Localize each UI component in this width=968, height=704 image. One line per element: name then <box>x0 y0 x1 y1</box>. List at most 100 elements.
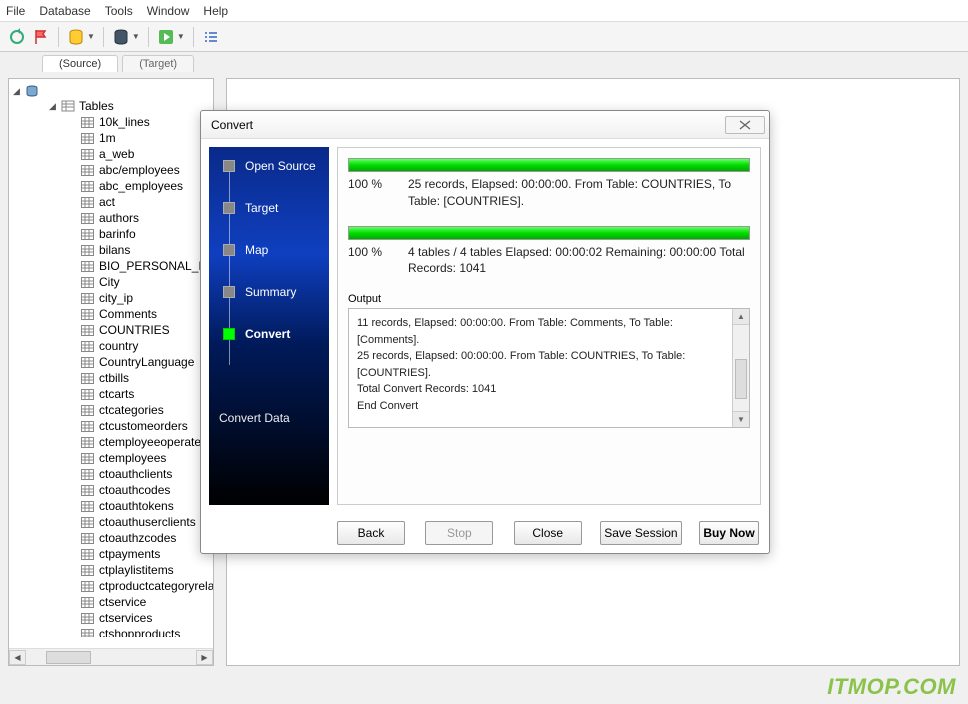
tree-table-item[interactable]: ctcategories <box>9 402 213 418</box>
refresh-icon[interactable] <box>8 28 26 46</box>
table-name: ctbills <box>99 371 129 385</box>
tree-table-item[interactable]: abc_employees <box>9 178 213 194</box>
tree-table-item[interactable]: act <box>9 194 213 210</box>
tree-table-item[interactable]: ctoauthzcodes <box>9 530 213 546</box>
tree-table-item[interactable]: country <box>9 338 213 354</box>
tree-table-item[interactable]: authors <box>9 210 213 226</box>
table-icon <box>81 197 94 208</box>
dialog-titlebar: Convert <box>201 111 769 139</box>
tree-table-item[interactable]: ctbills <box>9 370 213 386</box>
tree-table-item[interactable]: City <box>9 274 213 290</box>
scroll-up-icon[interactable]: ▲ <box>733 309 749 325</box>
table-name: act <box>99 195 115 209</box>
collapse-icon[interactable]: ◢ <box>13 86 22 97</box>
table-icon <box>81 277 94 288</box>
horizontal-scrollbar[interactable]: ◀ ▶ <box>9 648 213 665</box>
tree: ◢ ◢ Tables 10k_lines1ma_webabc/employees… <box>9 79 213 637</box>
output-text: 11 records, Elapsed: 00:00:00. From Tabl… <box>349 309 732 427</box>
scroll-thumb[interactable] <box>46 651 91 664</box>
tree-table-item[interactable]: ctemployees <box>9 450 213 466</box>
tree-table-item[interactable]: ctservice <box>9 594 213 610</box>
close-icon <box>739 120 751 130</box>
wizard-step-open-source[interactable]: Open Source <box>209 157 329 187</box>
dropdown-icon[interactable]: ▼ <box>87 32 95 41</box>
table-icon <box>81 389 94 400</box>
table-icon <box>81 597 94 608</box>
tree-table-item[interactable]: bilans <box>9 242 213 258</box>
tree-table-item[interactable]: ctoauthclients <box>9 466 213 482</box>
tree-root[interactable]: ◢ <box>9 85 213 97</box>
table-name: ctoauthuserclients <box>99 515 196 529</box>
play-icon[interactable] <box>157 28 175 46</box>
tree-table-item[interactable]: city_ip <box>9 290 213 306</box>
tree-table-item[interactable]: ctoauthuserclients <box>9 514 213 530</box>
menu-file[interactable]: File <box>6 4 25 18</box>
tab-target[interactable]: (Target) <box>122 55 194 72</box>
table-icon <box>81 213 94 224</box>
tree-table-item[interactable]: barinfo <box>9 226 213 242</box>
menu-database[interactable]: Database <box>39 4 90 18</box>
table-icon <box>81 421 94 432</box>
wizard-step-map[interactable]: Map <box>209 229 329 271</box>
scroll-thumb[interactable] <box>735 359 747 399</box>
tree-tables-node[interactable]: ◢ Tables <box>9 99 213 113</box>
tree-table-item[interactable]: ctservices <box>9 610 213 626</box>
table-name: COUNTRIES <box>99 323 170 337</box>
wizard-step-target[interactable]: Target <box>209 187 329 229</box>
progress-bar-2 <box>348 226 750 240</box>
db-dark-icon[interactable] <box>112 28 130 46</box>
wizard-step-summary[interactable]: Summary <box>209 271 329 313</box>
menu-help[interactable]: Help <box>203 4 228 18</box>
watermark: ITMOP.COM <box>827 674 956 700</box>
table-icon <box>81 373 94 384</box>
table-icon <box>81 533 94 544</box>
output-scrollbar[interactable]: ▲ ▼ <box>732 309 749 427</box>
tree-table-item[interactable]: abc/employees <box>9 162 213 178</box>
scroll-left-icon[interactable]: ◀ <box>9 650 26 665</box>
tree-table-item[interactable]: ctcarts <box>9 386 213 402</box>
list-icon[interactable] <box>202 28 220 46</box>
back-button[interactable]: Back <box>337 521 405 545</box>
tree-table-item[interactable]: ctproductcategoryrelation <box>9 578 213 594</box>
tree-table-item[interactable]: Comments <box>9 306 213 322</box>
wizard-sidebar: Open Source Target Map Summary Convert C… <box>209 147 329 505</box>
table-name: country <box>99 339 138 353</box>
tree-table-item[interactable]: 1m <box>9 130 213 146</box>
scroll-down-icon[interactable]: ▼ <box>733 411 749 427</box>
tree-table-item[interactable]: ctoauthcodes <box>9 482 213 498</box>
table-icon <box>81 469 94 480</box>
tree-panel: ◢ ◢ Tables 10k_lines1ma_webabc/employees… <box>8 78 214 666</box>
close-button[interactable] <box>725 116 765 134</box>
tree-table-item[interactable]: 10k_lines <box>9 114 213 130</box>
tree-table-item[interactable]: ctemployeeoperatelog <box>9 434 213 450</box>
flag-icon[interactable] <box>32 28 50 46</box>
tree-table-item[interactable]: ctoauthtokens <box>9 498 213 514</box>
scroll-track[interactable] <box>26 650 196 665</box>
wizard-step-convert[interactable]: Convert <box>209 313 329 355</box>
tree-table-item[interactable]: a_web <box>9 146 213 162</box>
dropdown-icon[interactable]: ▼ <box>132 32 140 41</box>
menu-tools[interactable]: Tools <box>105 4 133 18</box>
scroll-right-icon[interactable]: ▶ <box>196 650 213 665</box>
tree-table-item[interactable]: CountryLanguage <box>9 354 213 370</box>
tab-source[interactable]: (Source) <box>42 55 118 72</box>
progress-text-1: 100 % 25 records, Elapsed: 00:00:00. Fro… <box>348 176 750 210</box>
dropdown-icon[interactable]: ▼ <box>177 32 185 41</box>
collapse-icon[interactable]: ◢ <box>49 101 58 112</box>
save-session-button[interactable]: Save Session <box>600 521 682 545</box>
tree-table-item[interactable]: ctshopproducts <box>9 626 213 637</box>
db-yellow-icon[interactable] <box>67 28 85 46</box>
tree-table-item[interactable]: ctpayments <box>9 546 213 562</box>
tree-table-item[interactable]: ctcustomeorders <box>9 418 213 434</box>
close-dialog-button[interactable]: Close <box>514 521 582 545</box>
table-name: ctpayments <box>99 547 160 561</box>
database-icon <box>25 85 39 97</box>
table-name: City <box>99 275 120 289</box>
tree-table-item[interactable]: COUNTRIES <box>9 322 213 338</box>
tree-table-item[interactable]: BIO_PERSONAL_INF <box>9 258 213 274</box>
tree-table-item[interactable]: ctplaylistitems <box>9 562 213 578</box>
table-icon <box>81 133 94 144</box>
menu-window[interactable]: Window <box>147 4 190 18</box>
buy-now-button[interactable]: Buy Now <box>699 521 759 545</box>
table-icon <box>81 549 94 560</box>
